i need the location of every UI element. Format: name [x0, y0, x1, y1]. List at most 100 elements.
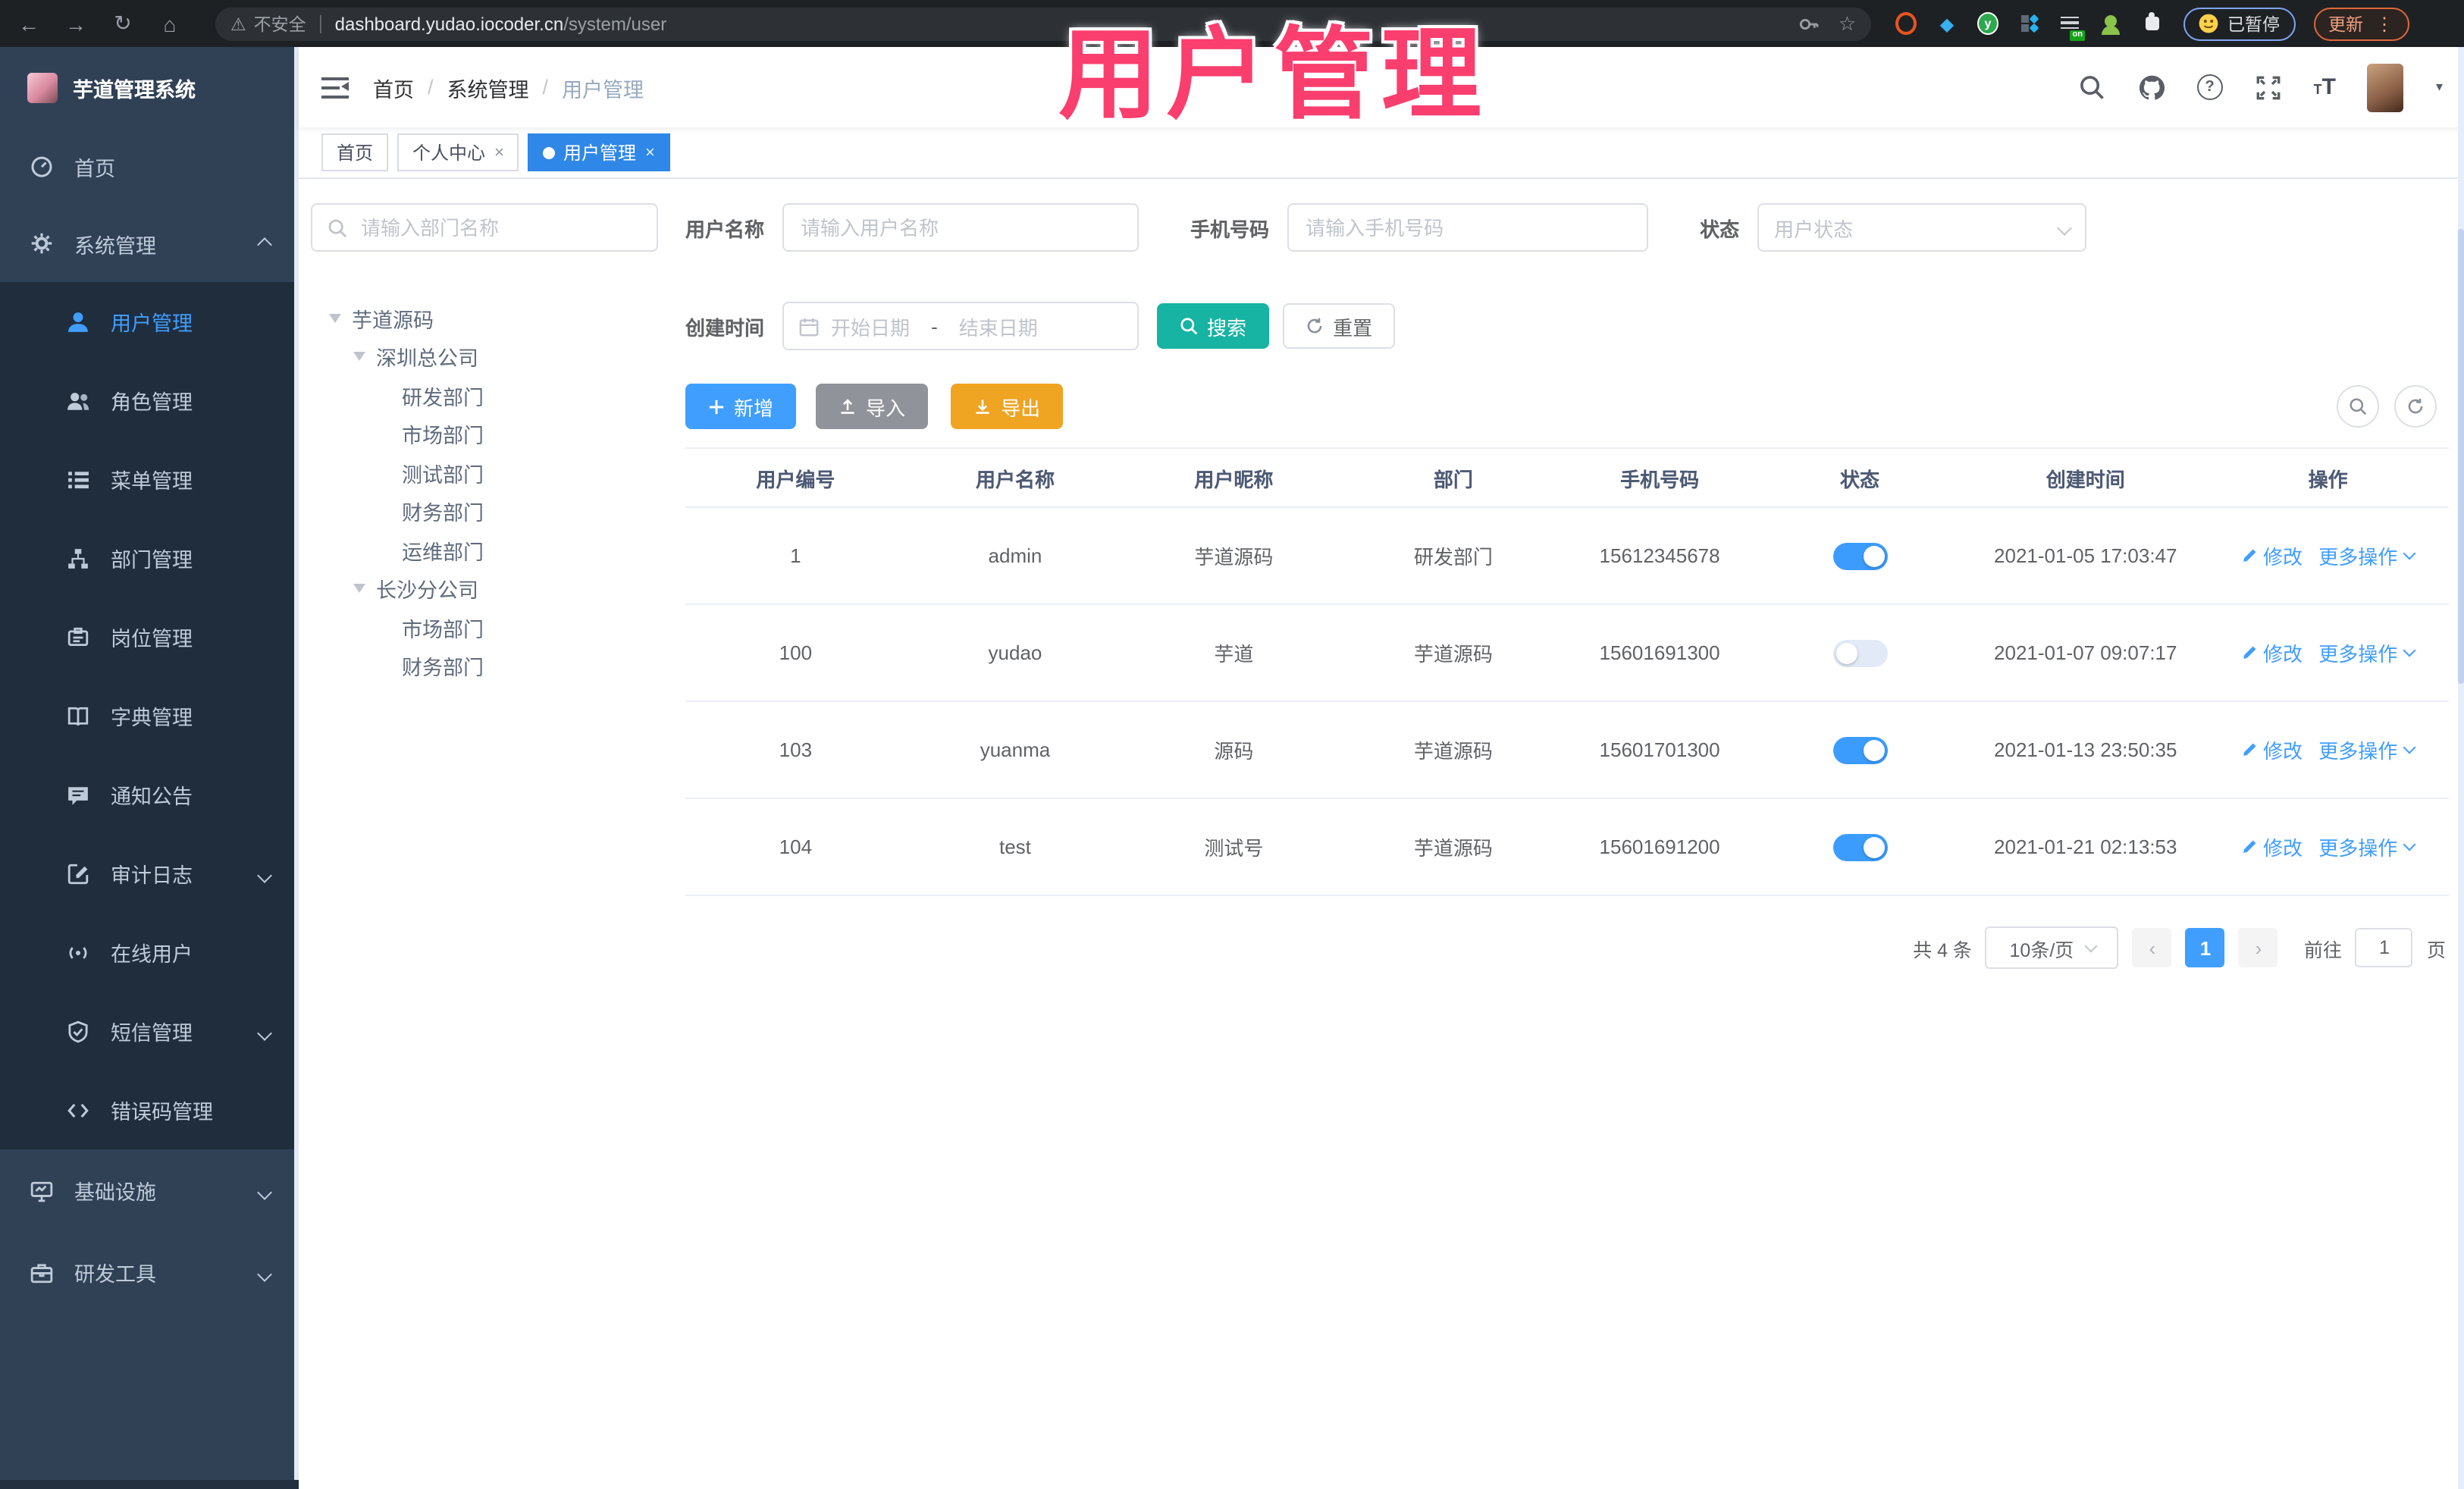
tree-node[interactable]: 市场部门: [311, 608, 658, 647]
tree-node[interactable]: 研发部门: [311, 376, 658, 415]
tab-user-mgmt[interactable]: 用户管理 ×: [528, 133, 670, 171]
sidebar-item-menu-mgmt[interactable]: 菜单管理: [0, 440, 294, 519]
sidebar-item-infrastructure[interactable]: 基础设施: [0, 1149, 294, 1231]
fullscreen-icon[interactable]: [2255, 74, 2282, 101]
sidebar-item-online-users[interactable]: 在线用户: [0, 913, 294, 992]
tree-node[interactable]: 深圳总公司: [311, 337, 658, 376]
caret-down-icon[interactable]: [353, 352, 365, 362]
search-icon[interactable]: [2079, 74, 2106, 101]
sidebar-item-post-mgmt[interactable]: 岗位管理: [0, 597, 294, 676]
date-separator: -: [931, 315, 938, 337]
user-avatar[interactable]: [2367, 63, 2404, 111]
edit-link[interactable]: 修改: [2242, 638, 2303, 667]
cell-mobile: 15601691300: [1563, 604, 1756, 702]
extension-grid-icon[interactable]: [2018, 13, 2039, 34]
tree-node[interactable]: 财务部门: [311, 492, 658, 531]
extension-gem-icon[interactable]: ◆: [1936, 13, 1958, 34]
page-1-button[interactable]: 1: [2185, 928, 2225, 967]
page-size-select[interactable]: 10条/页: [1985, 926, 2119, 969]
browser-update-button[interactable]: 更新 ⋮: [2313, 7, 2409, 40]
close-icon[interactable]: ×: [645, 143, 655, 161]
sidebar-item-dict-mgmt[interactable]: 字典管理: [0, 676, 294, 755]
tree-node[interactable]: 芋道源码: [311, 299, 658, 337]
breadcrumb-home[interactable]: 首页: [373, 72, 414, 102]
browser-back-icon[interactable]: ←: [11, 11, 47, 36]
status-toggle[interactable]: [1832, 639, 1888, 666]
dept-search-input[interactable]: [358, 215, 641, 240]
close-icon[interactable]: ×: [494, 143, 504, 161]
edit-link[interactable]: 修改: [2242, 832, 2303, 861]
security-warning[interactable]: ⚠ 不安全: [230, 11, 306, 36]
browser-reload-icon[interactable]: ↻: [105, 11, 141, 36]
table-header-row: 用户编号 用户名称 用户昵称 部门 手机号码 状态 创建时间 操作: [685, 447, 2449, 508]
add-button[interactable]: 新增: [685, 384, 797, 429]
status-toggle[interactable]: [1832, 542, 1888, 569]
browser-forward-icon[interactable]: →: [58, 11, 94, 36]
tab-home[interactable]: 首页: [321, 133, 389, 171]
caret-down-icon[interactable]: ▾: [2436, 79, 2443, 96]
more-actions-link[interactable]: 更多操作: [2318, 735, 2416, 764]
sidebar-item-notice[interactable]: 通知公告: [0, 755, 294, 834]
status-select[interactable]: 用户状态: [1757, 203, 2087, 252]
collapse-menu-icon[interactable]: [321, 77, 349, 98]
extension-person-icon[interactable]: [2100, 13, 2121, 34]
search-button[interactable]: 搜索: [1157, 303, 1270, 349]
create-time-label: 创建时间: [685, 316, 765, 339]
app-logo[interactable]: 芋道管理系统: [0, 47, 294, 127]
tab-profile[interactable]: 个人中心 ×: [397, 133, 519, 171]
col-actions: 操作: [2207, 447, 2449, 508]
help-icon[interactable]: ?: [2196, 74, 2223, 100]
tree-node[interactable]: 运维部门: [311, 531, 658, 569]
sidebar-item-error-code[interactable]: 错误码管理: [0, 1071, 294, 1149]
edit-link[interactable]: 修改: [2242, 541, 2303, 570]
sidebar-item-user-mgmt[interactable]: 用户管理: [0, 282, 294, 361]
caret-down-icon[interactable]: [329, 313, 341, 323]
username-input[interactable]: [782, 203, 1140, 252]
chevron-up-icon: [257, 232, 272, 255]
extension-green-icon[interactable]: y: [1977, 12, 1998, 35]
browser-home-icon[interactable]: ⌂: [152, 11, 188, 36]
toggle-search-button[interactable]: [2337, 385, 2379, 428]
browser-menu-icon[interactable]: ⋮: [2375, 13, 2393, 34]
sidebar-item-dept-mgmt[interactable]: 部门管理: [0, 519, 294, 597]
tree-node[interactable]: 财务部门: [311, 647, 658, 685]
import-button[interactable]: 导入: [816, 384, 929, 429]
bookmark-star-icon[interactable]: ☆: [1839, 11, 1856, 36]
search-icon: [2350, 398, 2367, 415]
font-size-icon[interactable]: TT: [2314, 74, 2336, 100]
sidebar-item-home[interactable]: 首页: [0, 127, 294, 205]
tree-node[interactable]: 测试部门: [311, 453, 658, 492]
caret-down-icon[interactable]: [353, 584, 365, 594]
sidebar-item-audit-log[interactable]: 审计日志: [0, 834, 294, 913]
goto-page-input[interactable]: [2355, 928, 2413, 967]
sidebar-item-sms-mgmt[interactable]: 短信管理: [0, 992, 294, 1071]
edit-link[interactable]: 修改: [2242, 735, 2303, 764]
sidebar-item-dev-tools[interactable]: 研发工具: [0, 1231, 294, 1313]
extensions-puzzle-icon[interactable]: [2141, 12, 2162, 34]
mobile-input[interactable]: [1287, 203, 1649, 252]
next-page-button[interactable]: ›: [2238, 928, 2278, 967]
prev-page-button[interactable]: ‹: [2132, 928, 2172, 967]
reset-button[interactable]: 重置: [1283, 303, 1396, 349]
scrollbar-track[interactable]: [2458, 47, 2464, 1489]
extension-list-icon[interactable]: on: [2059, 13, 2085, 40]
extension-orange-icon[interactable]: [1895, 12, 1917, 35]
date-range-input[interactable]: 开始日期 - 结束日期: [782, 302, 1140, 350]
refresh-table-button[interactable]: [2394, 385, 2437, 428]
profile-paused-badge[interactable]: 已暂停: [2183, 7, 2295, 40]
more-actions-link[interactable]: 更多操作: [2318, 638, 2416, 667]
more-actions-link[interactable]: 更多操作: [2318, 541, 2416, 570]
status-toggle[interactable]: [1832, 736, 1888, 763]
address-bar[interactable]: ⚠ 不安全 dashboard.yudao.iocoder.cn /system…: [215, 7, 1871, 40]
tree-node[interactable]: 长沙分公司: [311, 569, 658, 608]
export-button[interactable]: 导出: [951, 384, 1064, 429]
sidebar-item-role-mgmt[interactable]: 角色管理: [0, 361, 294, 440]
github-icon[interactable]: [2138, 74, 2165, 101]
status-toggle[interactable]: [1832, 833, 1888, 860]
scrollbar-thumb[interactable]: [2458, 229, 2464, 684]
sidebar-item-system[interactable]: 系统管理: [0, 205, 294, 282]
more-actions-link[interactable]: 更多操作: [2318, 832, 2416, 861]
breadcrumb-system[interactable]: 系统管理: [447, 72, 529, 102]
tree-node[interactable]: 市场部门: [311, 415, 658, 453]
key-icon[interactable]: [1799, 13, 1820, 34]
